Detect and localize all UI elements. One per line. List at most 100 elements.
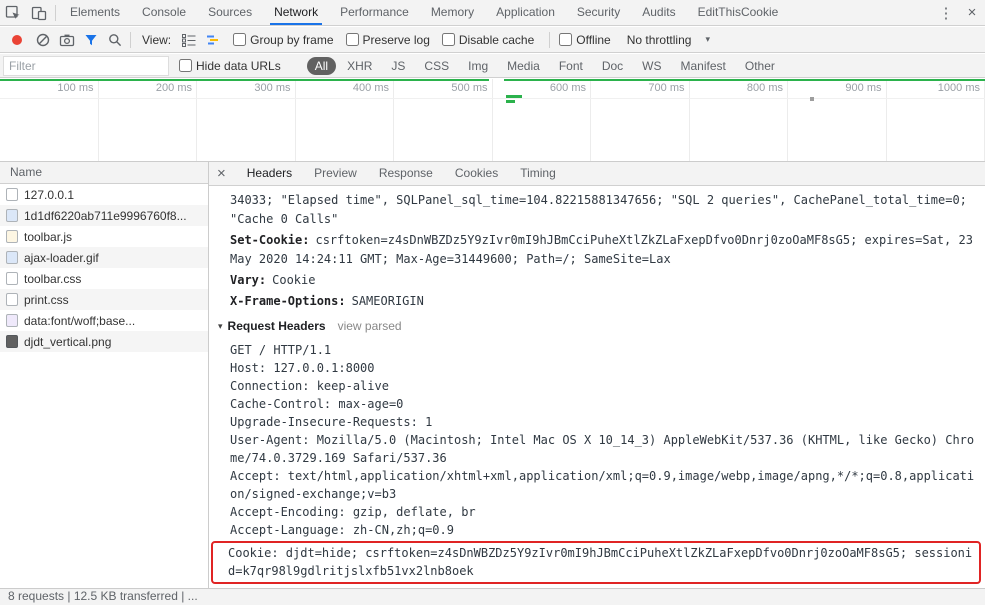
clear-icon[interactable] [31,28,55,52]
request-row[interactable]: ajax-loader.gif [0,247,208,268]
request-name: ajax-loader.gif [24,250,99,265]
panel-tab[interactable]: Sources [197,0,263,25]
detail-tab[interactable]: Preview [303,162,368,185]
resource-type-icon [6,188,18,201]
resource-type-pill[interactable]: Other [737,57,783,75]
timeline-green-line [0,79,489,81]
close-devtools-icon[interactable]: × [959,4,985,21]
detail-tabbar: × Headers Preview Response Cookies Timin… [209,162,985,186]
status-summary: 8 requests | 12.5 KB transferred | ... [8,589,198,603]
record-icon[interactable] [12,34,22,45]
request-name: 1d1df6220ab711e9996760f8... [24,208,187,223]
panel-tab[interactable]: EditThisCookie [687,0,790,25]
detail-tab[interactable]: Headers [236,162,303,185]
close-detail-icon[interactable]: × [209,165,236,182]
request-row[interactable]: 1d1df6220ab711e9996760f8... [0,205,208,226]
group-by-frame-checkbox[interactable]: Group by frame [233,33,334,47]
name-column-header[interactable]: Name [0,162,208,184]
panel-tab[interactable]: Audits [631,0,686,25]
header-name: X-Frame-Options: [230,294,346,308]
request-row[interactable]: toolbar.css [0,268,208,289]
request-headers-section-header[interactable]: ▾ Request Headers view parsed [218,319,977,333]
response-header-line: Set-Cookie: csrftoken=z4sDnWBZDz5Y9zIvr0m… [230,231,977,269]
offline-label: Offline [576,32,611,47]
request-row[interactable]: toolbar.js [0,226,208,247]
timeline-request-bar [506,95,522,98]
request-headers-raw: GET / HTTP/1.1 Host: 127.0.0.1:8000 Conn… [230,341,977,539]
headers-pane: 34033; "Elapsed time", SQLPanel_sql_time… [209,186,985,588]
panel-tab[interactable]: Performance [329,0,420,25]
resource-type-pill[interactable]: Media [499,57,548,75]
resource-type-pill[interactable]: Font [551,57,591,75]
detail-tabs: Headers Preview Response Cookies Timing [236,162,567,185]
timeline-gridline: 400 ms [296,79,394,161]
panel-tab[interactable]: Elements [59,0,131,25]
resource-type-pill[interactable]: XHR [339,57,380,75]
disclosure-triangle-icon[interactable]: ▾ [218,321,223,332]
cookie-highlight-box: Cookie: djdt=hide; csrftoken=z4sDnWBZDz5… [211,541,981,584]
detail-tab[interactable]: Timing [509,162,567,185]
resource-type-pill[interactable]: Doc [594,57,631,75]
panel-tab[interactable]: Security [566,0,631,25]
timeline-gridline: 300 ms [197,79,296,161]
resource-type-pill[interactable]: All [306,56,337,75]
inspect-element-icon[interactable] [0,0,26,25]
timeline-tick-label: 800 ms [746,82,783,94]
panel-tab[interactable]: Network [263,0,329,25]
timeline-gridline: 200 ms [99,79,197,161]
panel-tab[interactable]: Memory [420,0,485,25]
more-options-icon[interactable]: ⋮ [933,4,959,22]
detail-tab[interactable]: Cookies [444,162,509,185]
screenshot-camera-icon[interactable] [55,28,79,52]
view-parsed-link[interactable]: view parsed [338,319,402,333]
resource-type-pill[interactable]: Manifest [673,57,734,75]
group-by-frame-input[interactable] [233,33,247,46]
response-header-line: X-Frame-Options: SAMEORIGIN [230,292,977,311]
filter-funnel-icon[interactable] [79,28,103,52]
request-row[interactable]: data:font/woff;base... [0,310,208,331]
timeline-tick-label: 500 ms [451,82,488,94]
panel-tab[interactable]: Console [131,0,197,25]
timeline-gridline: 100 ms [0,79,99,161]
hide-data-urls-checkbox[interactable]: Hide data URLs [179,59,281,73]
timeline-gridline: 800 ms [690,79,788,161]
request-row[interactable]: 127.0.0.1 [0,184,208,205]
header-value: Cookie [272,273,316,287]
disable-cache-input[interactable] [441,33,455,46]
disable-cache-checkbox[interactable]: Disable cache [441,33,534,47]
detail-tab[interactable]: Response [368,162,444,185]
network-overview-timeline[interactable]: 100 ms 200 ms 300 ms 400 ms 500 ms 600 m… [0,79,985,162]
resource-type-icon [6,314,18,327]
timeline-tick-label: 200 ms [155,82,192,94]
request-header-line: Accept: text/html,application/xhtml+xml,… [230,469,975,501]
small-request-rows-icon[interactable] [177,28,201,52]
filter-input[interactable] [3,55,169,76]
request-row[interactable]: djdt_vertical.png [0,331,208,352]
offline-input[interactable] [559,33,573,46]
request-row[interactable]: print.css [0,289,208,310]
timeline-tick-label: 900 ms [845,82,882,94]
preserve-log-input[interactable] [345,33,359,46]
request-name: data:font/woff;base... [24,313,136,328]
throttling-dropdown[interactable]: No throttling ▾ [627,33,710,47]
timeline-gridline: 500 ms [394,79,493,161]
timeline-tick-label: 100 ms [57,82,94,94]
show-overview-icon[interactable] [201,28,225,52]
request-header-line: User-Agent: Mozilla/5.0 (Macintosh; Inte… [230,433,975,465]
timeline-gridline: 900 ms [788,79,887,161]
resource-type-pill[interactable]: CSS [416,57,457,75]
panel-tab[interactable]: Application [485,0,566,25]
network-main: Name 127.0.0.1 1d1df6220ab711e9996760f8.… [0,162,985,588]
preserve-log-checkbox[interactable]: Preserve log [345,33,430,47]
resource-type-pill[interactable]: Img [460,57,496,75]
status-bar: 8 requests | 12.5 KB transferred | ... [0,588,985,605]
device-toolbar-icon[interactable] [26,0,52,25]
offline-checkbox[interactable]: Offline [559,32,611,47]
resource-type-pill[interactable]: JS [383,57,413,75]
search-icon[interactable] [103,28,127,52]
resource-type-pill[interactable]: WS [634,57,669,75]
hide-data-urls-input[interactable] [179,59,192,72]
timeline-tick-label: 700 ms [648,82,685,94]
request-header-line: Accept-Encoding: gzip, deflate, br [230,505,476,519]
timeline-gridline: 600 ms [493,79,591,161]
